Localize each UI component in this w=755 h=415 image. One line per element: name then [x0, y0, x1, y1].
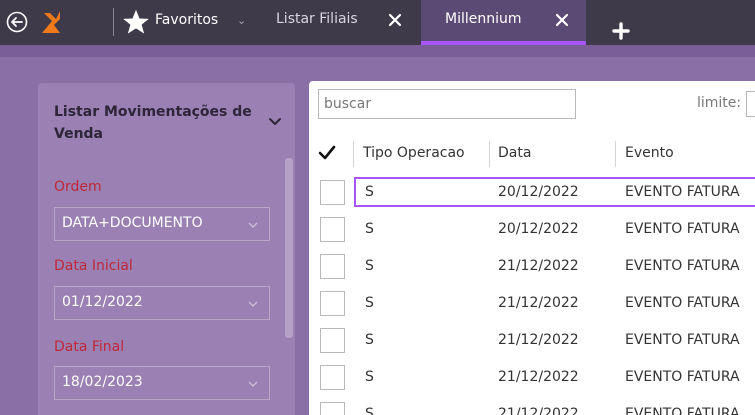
search-box[interactable] — [318, 89, 576, 119]
back-arrow-icon[interactable] — [6, 11, 28, 33]
cell-data: 21/12/2022 — [498, 258, 579, 274]
cell-tipo: S — [365, 184, 374, 200]
table-row[interactable]: S 21/12/2022 EVENTO FATURA — [309, 249, 755, 285]
cell-data: 21/12/2022 — [498, 406, 579, 415]
table-row[interactable]: S 21/12/2022 EVENTO FATURA — [309, 360, 755, 396]
row-checkbox[interactable] — [320, 180, 345, 205]
search-input[interactable] — [319, 90, 575, 118]
table-row[interactable]: S 21/12/2022 EVENTO FATURA — [309, 286, 755, 322]
cell-evento: EVENTO FATURA — [625, 258, 740, 274]
cell-evento: EVENTO FATURA — [625, 295, 740, 311]
cell-data: 21/12/2022 — [498, 369, 579, 385]
ordem-label: Ordem — [54, 179, 102, 195]
cell-data: 21/12/2022 — [498, 295, 579, 311]
data-final-value: 18/02/2023 — [62, 374, 143, 390]
logo-icon — [42, 11, 60, 33]
data-inicial-field[interactable]: 01/12/2022 — [54, 286, 270, 320]
tab-millennium[interactable]: Millennium — [421, 0, 586, 45]
cell-evento: EVENTO FATURA — [625, 184, 740, 200]
row-checkbox[interactable] — [320, 254, 345, 279]
star-icon[interactable] — [122, 8, 150, 36]
cell-tipo: S — [365, 258, 374, 274]
cell-tipo: S — [365, 295, 374, 311]
chevron-down-icon — [248, 222, 258, 228]
chevron-down-icon — [248, 381, 258, 387]
grid-header: Tipo Operacao Data Evento — [309, 137, 755, 171]
cell-data: 21/12/2022 — [498, 332, 579, 348]
cell-evento: EVENTO FATURA — [625, 332, 740, 348]
ordem-select[interactable]: DATA+DOCUMENTO — [54, 207, 270, 241]
tab-listar-filiais[interactable]: Listar Filiais — [270, 0, 410, 45]
row-checkbox[interactable] — [320, 402, 345, 415]
cell-evento: EVENTO FATURA — [625, 221, 740, 237]
filter-panel: Listar Movimentações de Venda Ordem DATA… — [38, 83, 295, 415]
row-checkbox[interactable] — [320, 328, 345, 353]
cell-tipo: S — [365, 221, 374, 237]
ordem-value: DATA+DOCUMENTO — [62, 215, 203, 231]
top-bar: Favoritos ⌄ Listar Filiais Millennium — [0, 0, 755, 57]
panel-scrollbar[interactable] — [285, 158, 293, 338]
toolbar-divider — [113, 8, 114, 36]
row-checkbox[interactable] — [320, 217, 345, 242]
data-final-label: Data Final — [54, 339, 125, 355]
table-row[interactable]: S 20/12/2022 EVENTO FATURA — [309, 175, 755, 211]
chevron-down-icon[interactable] — [268, 115, 282, 129]
close-icon[interactable] — [388, 13, 402, 27]
cell-tipo: S — [365, 406, 374, 415]
cell-data: 20/12/2022 — [498, 184, 579, 200]
data-final-field[interactable]: 18/02/2023 — [54, 366, 270, 400]
data-inicial-value: 01/12/2022 — [62, 294, 143, 310]
cell-data: 20/12/2022 — [498, 221, 579, 237]
checkmark-icon[interactable] — [318, 144, 336, 162]
column-header-data[interactable]: Data — [498, 145, 531, 161]
limite-label: limite: — [697, 95, 742, 111]
table-row[interactable]: S 20/12/2022 EVENTO FATURA — [309, 212, 755, 248]
close-icon[interactable] — [555, 13, 569, 27]
chevron-down-icon — [248, 301, 258, 307]
panel-title: Listar Movimentações de Venda — [54, 104, 252, 142]
table-row[interactable]: S 21/12/2022 EVENTO FATURA — [309, 323, 755, 359]
column-divider[interactable] — [489, 141, 490, 167]
data-inicial-label: Data Inicial — [54, 258, 133, 274]
row-checkbox[interactable] — [320, 291, 345, 316]
row-checkbox[interactable] — [320, 365, 345, 390]
header-strip — [0, 45, 755, 57]
cell-evento: EVENTO FATURA — [625, 406, 740, 415]
add-tab-icon[interactable] — [612, 22, 630, 40]
results-panel: limite: Tipo Operacao Data Evento S 20/1… — [309, 81, 755, 415]
column-divider[interactable] — [353, 141, 354, 167]
tab-label: Listar Filiais — [276, 11, 358, 27]
column-header-tipo-operacao[interactable]: Tipo Operacao — [363, 145, 465, 161]
column-header-evento[interactable]: Evento — [625, 145, 674, 161]
cell-tipo: S — [365, 332, 374, 348]
cell-tipo: S — [365, 369, 374, 385]
favoritos-caret[interactable]: ⌄ — [237, 14, 246, 27]
limite-input[interactable] — [746, 91, 755, 117]
tab-label: Millennium — [445, 11, 522, 27]
column-divider[interactable] — [615, 141, 616, 167]
favoritos-menu[interactable]: Favoritos — [155, 12, 218, 28]
table-row[interactable]: S 21/12/2022 EVENTO FATURA — [309, 397, 755, 415]
cell-evento: EVENTO FATURA — [625, 369, 740, 385]
